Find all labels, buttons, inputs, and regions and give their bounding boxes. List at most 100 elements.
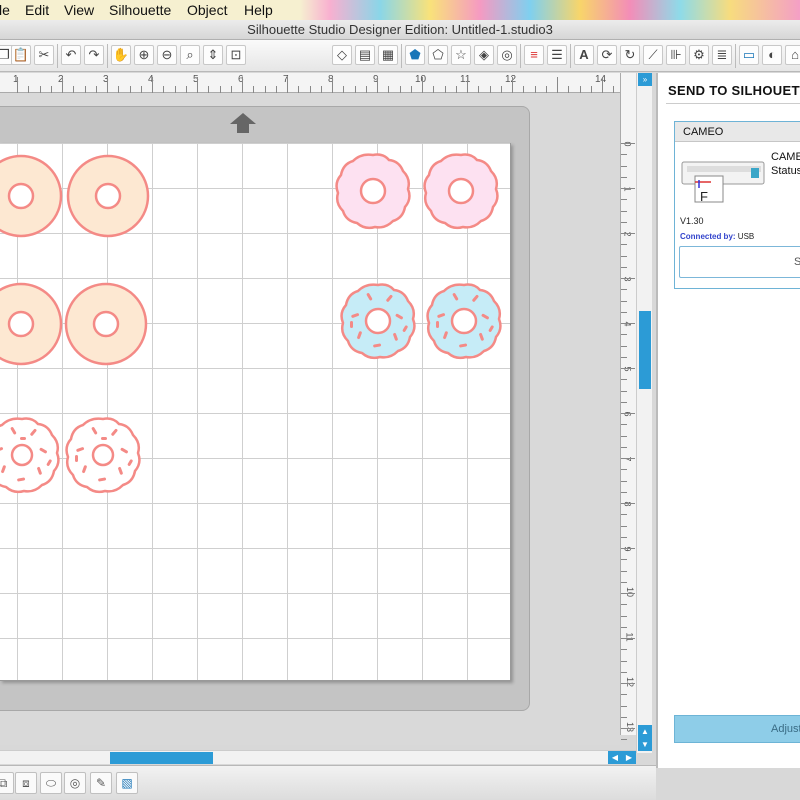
ruler-tick xyxy=(621,311,627,313)
rotate-icon[interactable]: ⟳ xyxy=(597,45,617,65)
ruler-tick xyxy=(84,86,86,93)
group-icon[interactable]: ⧉ xyxy=(0,772,14,794)
scroll-down-icon[interactable]: ▼ xyxy=(638,738,652,751)
scroll-right-icon[interactable]: ▶ xyxy=(622,751,636,764)
ruler-tick xyxy=(219,86,221,93)
white-sprinkle-donut-shape[interactable] xyxy=(63,415,143,495)
line-color-icon[interactable]: ≡ xyxy=(524,45,544,65)
ruler-tick xyxy=(621,266,627,268)
ruler-tick xyxy=(621,390,627,392)
device-card[interactable]: CAMEO F CAMEO Status V1.30 Connected by:… xyxy=(674,121,800,289)
device-name: CAMEO xyxy=(771,151,800,163)
horizontal-scroll-thumb[interactable] xyxy=(110,752,213,764)
horizontal-scrollbar[interactable]: ◀ ▶ xyxy=(0,750,636,764)
menu-silhouette[interactable]: Silhouette xyxy=(109,2,171,18)
panel-toggle-icon[interactable]: » xyxy=(638,73,652,86)
zoom-out-icon[interactable]: ⊖ xyxy=(157,45,177,65)
cut-icon[interactable]: ✂ xyxy=(34,45,54,65)
offset-icon[interactable]: ◎ xyxy=(497,45,517,65)
ruler-tick xyxy=(478,86,480,93)
drag-zoom-icon[interactable]: ⇕ xyxy=(203,45,223,65)
send-button[interactable]: S xyxy=(679,246,800,278)
device-header: CAMEO xyxy=(675,122,800,142)
ruler-tick xyxy=(621,739,627,741)
cream-donut-shape[interactable] xyxy=(0,153,64,239)
ruler-tick xyxy=(621,480,627,482)
vertical-ruler: 0 1 2 3 4 5 6 7 8 9 10 11 12 13 xyxy=(620,73,636,797)
device-version: V1.30 xyxy=(680,216,704,226)
menu-object[interactable]: Object xyxy=(187,2,227,18)
menu-view[interactable]: View xyxy=(64,2,94,18)
pentagon-icon[interactable]: ⬠ xyxy=(428,45,448,65)
ruler-tick xyxy=(534,86,536,93)
menu-file[interactable]: le xyxy=(0,2,10,18)
ruler-tick xyxy=(621,323,635,324)
fit-to-page-icon[interactable]: ⊡ xyxy=(226,45,246,65)
paste-icon[interactable]: 📋 xyxy=(11,45,31,65)
library-icon[interactable]: ◐ xyxy=(762,45,782,65)
ruler-tick xyxy=(621,548,635,549)
vertical-scrollbar[interactable]: » ▲ ▼ xyxy=(636,73,652,753)
send-to-silhouette-icon[interactable]: ▭ xyxy=(739,45,759,65)
adjust-button[interactable]: Adjust xyxy=(674,715,800,743)
align-icon[interactable]: ⊪ xyxy=(666,45,686,65)
design-page[interactable] xyxy=(0,143,511,681)
ruler-tick xyxy=(621,413,635,414)
polygon-icon[interactable]: ⬟ xyxy=(405,45,425,65)
cream-donut-shape[interactable] xyxy=(0,281,64,367)
pink-wavy-donut-shape[interactable] xyxy=(421,151,501,231)
eraser-icon[interactable]: ◇ xyxy=(332,45,352,65)
pan-icon[interactable]: ✋ xyxy=(111,45,131,65)
blue-sprinkle-donut-shape[interactable] xyxy=(338,281,418,361)
knife-icon[interactable]: ⟋ xyxy=(643,45,663,65)
white-sprinkle-donut-shape[interactable] xyxy=(0,415,62,495)
cut-settings-icon[interactable]: ≣ xyxy=(712,45,732,65)
ruler-tick xyxy=(208,86,210,93)
scroll-up-icon[interactable]: ▲ xyxy=(638,725,652,738)
scroll-left-icon[interactable]: ◀ xyxy=(608,751,622,764)
page-settings-icon[interactable]: ▤ xyxy=(355,45,375,65)
ruler-tick xyxy=(621,491,627,493)
rhombus-icon[interactable]: ◈ xyxy=(474,45,494,65)
ruler-tick xyxy=(377,77,378,93)
vertical-scroll-thumb[interactable] xyxy=(639,311,651,389)
text-icon[interactable]: A xyxy=(574,45,594,65)
blue-sprinkle-donut-shape[interactable] xyxy=(424,281,504,361)
ruler-tick xyxy=(621,278,635,279)
edit-points-icon[interactable]: ✎ xyxy=(90,772,112,794)
redo-icon[interactable]: ↷ xyxy=(84,45,104,65)
grid-icon[interactable]: ▦ xyxy=(378,45,398,65)
ruler-tick xyxy=(95,86,97,93)
ruler-tick xyxy=(621,604,627,606)
ruler-tick xyxy=(298,86,300,93)
compound-path-icon[interactable]: ⬭ xyxy=(40,772,62,794)
cream-donut-shape[interactable] xyxy=(63,281,149,367)
ruler-tick xyxy=(621,446,627,448)
star-icon[interactable]: ☆ xyxy=(451,45,471,65)
undo-icon[interactable]: ↶ xyxy=(61,45,81,65)
store-icon[interactable]: ⌂ xyxy=(785,45,800,65)
ruler-tick xyxy=(523,86,525,93)
send-icon[interactable]: ⚙ xyxy=(689,45,709,65)
pink-wavy-donut-shape[interactable] xyxy=(333,151,413,231)
ruler-tick xyxy=(557,77,558,93)
ungroup-icon[interactable]: ⧈ xyxy=(15,772,37,794)
ruler-tick xyxy=(621,458,635,459)
line-style-icon[interactable]: ☰ xyxy=(547,45,567,65)
menu-help[interactable]: Help xyxy=(244,2,273,18)
device-image-letter: F xyxy=(700,189,708,204)
ruler-tick xyxy=(621,728,635,729)
ruler-tick xyxy=(185,86,187,93)
ruler-tick xyxy=(621,660,627,662)
replicate-icon[interactable]: ↻ xyxy=(620,45,640,65)
zoom-select-icon[interactable]: ⌕ xyxy=(180,45,200,65)
zoom-in-icon[interactable]: ⊕ xyxy=(134,45,154,65)
ruler-tick xyxy=(621,199,627,201)
menu-edit[interactable]: Edit xyxy=(25,2,49,18)
connected-by-label: Connected by: xyxy=(680,232,736,241)
trace-icon[interactable]: ▧ xyxy=(116,772,138,794)
ruler-tick xyxy=(621,334,627,336)
release-compound-icon[interactable]: ◎ xyxy=(64,772,86,794)
cream-donut-shape[interactable] xyxy=(65,153,151,239)
ruler-tick xyxy=(467,77,468,93)
